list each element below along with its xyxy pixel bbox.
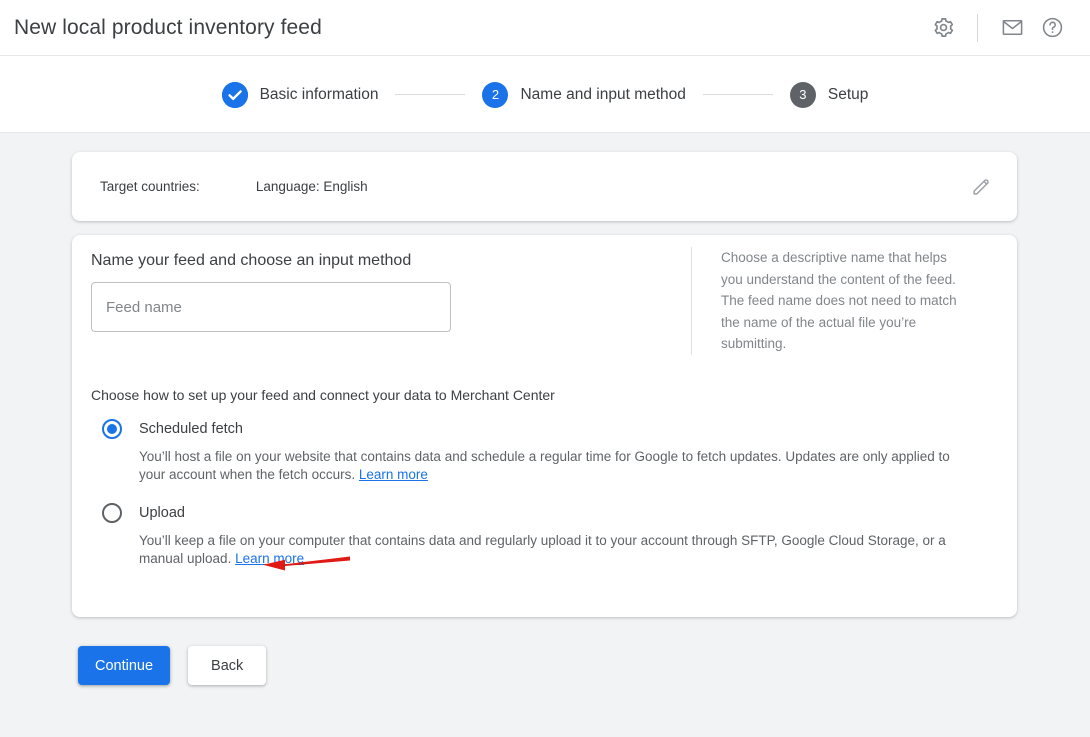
learn-more-link-upload[interactable]: Learn more — [235, 551, 304, 566]
option-upload-label: Upload — [139, 505, 185, 521]
stepper-band: Basic information 2 Name and input metho… — [0, 56, 1090, 133]
step-connector-2 — [702, 94, 773, 95]
feed-name-input[interactable] — [91, 282, 451, 332]
language-label: Language: English — [255, 179, 368, 194]
step-3-number: 3 — [789, 81, 816, 108]
step-3-label: Setup — [827, 85, 869, 103]
step-name-and-input-method[interactable]: 2 Name and input method — [482, 81, 686, 108]
help-icon[interactable] — [1032, 8, 1072, 48]
gear-icon[interactable] — [923, 8, 963, 48]
option-scheduled-fetch[interactable]: Scheduled fetch You’ll host a file on yo… — [102, 419, 969, 484]
option-upload[interactable]: Upload You’ll keep a file on your comput… — [102, 503, 969, 568]
option-scheduled-fetch-description-text: You’ll host a file on your website that … — [139, 449, 950, 482]
feed-setup-card: Name your feed and choose an input metho… — [72, 235, 1017, 617]
option-scheduled-fetch-label: Scheduled fetch — [139, 421, 243, 437]
back-button[interactable]: Back — [188, 646, 267, 685]
page-title: New local product inventory feed — [14, 15, 322, 39]
pencil-icon[interactable] — [965, 171, 997, 203]
top-bar-actions — [923, 0, 1090, 56]
step-2-label: Name and input method — [520, 85, 686, 103]
feed-name-helper-text: Choose a descriptive name that helps you… — [691, 247, 971, 355]
step-1-check-icon — [221, 81, 248, 108]
step-setup[interactable]: 3 Setup — [789, 81, 869, 108]
continue-button[interactable]: Continue — [78, 646, 171, 685]
feed-summary-card: Target countries: Language: English — [72, 152, 1017, 221]
content-area: Target countries: Language: English Name… — [0, 134, 1090, 737]
progress-stepper: Basic information 2 Name and input metho… — [0, 56, 1090, 133]
mail-icon[interactable] — [992, 8, 1032, 48]
section-title: Name your feed and choose an input metho… — [91, 252, 412, 269]
radio-scheduled-fetch[interactable] — [102, 419, 122, 439]
step-connector-1 — [395, 94, 466, 95]
wizard-footer-buttons: Continue Back — [78, 646, 267, 685]
toolbar-divider — [977, 13, 978, 42]
top-app-bar: New local product inventory feed — [0, 0, 1090, 56]
radio-upload[interactable] — [102, 503, 122, 523]
option-scheduled-fetch-description: You’ll host a file on your website that … — [139, 448, 969, 484]
step-basic-information[interactable]: Basic information — [221, 81, 379, 108]
step-2-number: 2 — [482, 81, 509, 108]
input-method-heading: Choose how to set up your feed and conne… — [91, 387, 555, 403]
learn-more-link-scheduled-fetch[interactable]: Learn more — [359, 467, 428, 482]
step-1-label: Basic information — [259, 85, 379, 103]
option-upload-description: You’ll keep a file on your computer that… — [139, 532, 969, 568]
target-countries-label: Target countries: — [100, 179, 200, 194]
